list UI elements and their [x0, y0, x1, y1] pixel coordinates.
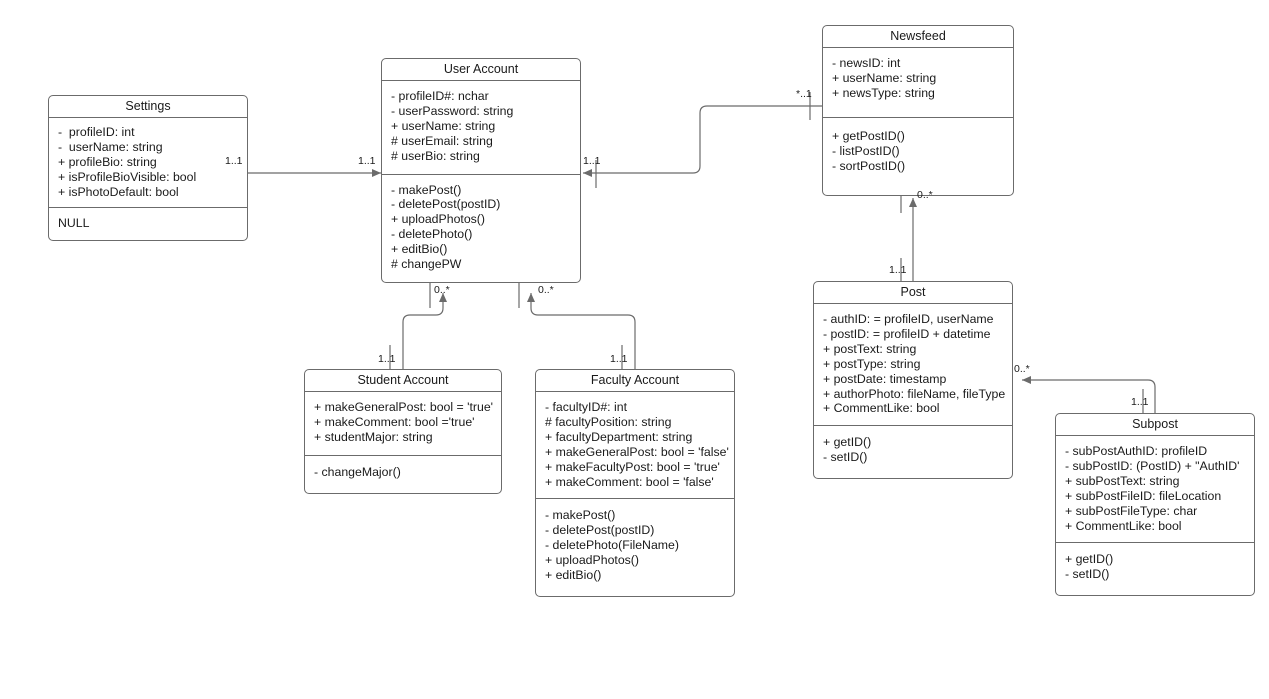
multiplicity-post-source: 1..1	[889, 264, 907, 276]
operation-row: - deletePost(postID)	[391, 197, 501, 212]
attribute-row: + isProfileBioVisible: bool	[58, 169, 197, 184]
attribute-row: + CommentLike: bool	[823, 401, 940, 416]
multiplicity-student-target: 0..*	[434, 284, 450, 296]
attribute-row: # facultyPosition: string	[545, 414, 672, 429]
attribute-row: + profileBio: string	[58, 154, 157, 169]
attribute-row: # userBio: string	[391, 148, 480, 163]
operation-row: + editBio()	[391, 242, 448, 257]
operation-row: + getID()	[823, 435, 872, 450]
operation-row: + getID()	[1065, 552, 1114, 567]
class-newsfeed[interactable]: Newsfeed - newsID: int + userName: strin…	[822, 25, 1014, 197]
attribute-row: - subPostID: (PostID) + "AuthID'	[1065, 458, 1240, 473]
operation-row: - sortPostID()	[832, 158, 906, 173]
operation-row: + uploadPhotos()	[391, 212, 485, 227]
operation-row: # changePW	[391, 257, 462, 272]
attribute-row: - profileID: int	[58, 125, 135, 139]
class-newsfeed-operations: + getPostID() - listPostID() - sortPostI…	[823, 116, 1013, 196]
operation-row: NULL	[58, 215, 90, 230]
attribute-row: + authorPhoto: fileName, fileType	[823, 386, 1006, 401]
multiplicity-settings-target: 1..1	[358, 155, 376, 167]
class-settings-title: Settings	[49, 96, 247, 118]
class-user-account[interactable]: User Account - profileID#: nchar - userP…	[381, 58, 581, 283]
operation-row: - setID()	[1065, 567, 1110, 582]
multiplicity-post-target: 0..*	[917, 189, 933, 201]
class-settings-attributes: - profileID: int - userName: string + pr…	[49, 118, 247, 207]
multiplicity-subpost-target: 0..*	[1014, 363, 1030, 375]
class-subpost-operations: + getID() - setID()	[1056, 542, 1254, 595]
class-settings-operations: NULL	[49, 206, 247, 241]
class-student-account-attributes: + makeGeneralPost: bool = 'true' + makeC…	[305, 392, 501, 455]
class-user-account-operations: - makePost() - deletePost(postID) + uplo…	[382, 173, 580, 282]
edge-newsfeed-to-user-account	[583, 92, 822, 188]
attribute-row: + makeGeneralPost: bool = 'true'	[314, 400, 494, 414]
class-post-attributes: - authID: = profileID, userName - postID…	[814, 304, 1012, 425]
operation-row: - deletePhoto()	[391, 227, 473, 242]
attribute-row: + makeFacultyPost: bool = 'true'	[545, 459, 720, 474]
attribute-row: + subPostText: string	[1065, 473, 1180, 488]
class-faculty-account-attributes: - facultyID#: int # facultyPosition: str…	[536, 392, 734, 498]
operation-row: - changeMajor()	[314, 464, 401, 479]
attribute-row: + makeComment: bool ='true'	[314, 414, 475, 429]
class-post-operations: + getID() - setID()	[814, 425, 1012, 478]
attribute-row: - subPostAuthID: profileID	[1065, 444, 1208, 458]
operation-row: - deletePhoto(FileName)	[545, 538, 679, 553]
attribute-row: + makeGeneralPost: bool = 'false'	[545, 444, 729, 459]
class-newsfeed-attributes: - newsID: int + userName: string + newsT…	[823, 48, 1013, 117]
class-faculty-account-title: Faculty Account	[536, 370, 734, 392]
multiplicity-newsfeed-target: 1..1	[583, 155, 601, 167]
attribute-row: - userName: string	[58, 139, 163, 154]
attribute-row: + facultyDepartment: string	[545, 429, 693, 444]
attribute-row: - postID: = profileID + datetime	[823, 326, 991, 341]
attribute-row: + postType: string	[823, 356, 921, 371]
class-post[interactable]: Post - authID: = profileID, userName - p…	[813, 281, 1013, 480]
multiplicity-settings-source: 1..1	[225, 155, 243, 167]
class-subpost-attributes: - subPostAuthID: profileID - subPostID: …	[1056, 436, 1254, 542]
attribute-row: + postDate: timestamp	[823, 371, 947, 386]
attribute-row: + postText: string	[823, 341, 917, 356]
attribute-row: - newsID: int	[832, 56, 901, 70]
class-student-account-operations: - changeMajor()	[305, 454, 501, 493]
operation-row: + uploadPhotos()	[545, 553, 639, 568]
class-student-account[interactable]: Student Account + makeGeneralPost: bool …	[304, 369, 502, 494]
operation-row: - deletePost(postID)	[545, 523, 655, 538]
class-faculty-account-operations: - makePost() - deletePost(postID) - dele…	[536, 498, 734, 596]
attribute-row: + userName: string	[391, 118, 496, 133]
attribute-row: + userName: string	[832, 70, 937, 85]
operation-row: - listPostID()	[832, 143, 900, 158]
class-user-account-title: User Account	[382, 59, 580, 81]
multiplicity-subpost-source: 1..1	[1131, 396, 1149, 408]
attribute-row: + subPostFileID: fileLocation	[1065, 488, 1222, 503]
multiplicity-newsfeed-source: *..1	[796, 88, 812, 100]
class-subpost-title: Subpost	[1056, 414, 1254, 436]
attribute-row: - facultyID#: int	[545, 400, 628, 414]
class-settings[interactable]: Settings - profileID: int - userName: st…	[48, 95, 248, 242]
operation-row: + editBio()	[545, 568, 602, 583]
class-user-account-attributes: - profileID#: nchar - userPassword: stri…	[382, 81, 580, 174]
attribute-row: - authID: = profileID, userName	[823, 312, 994, 326]
multiplicity-faculty-target: 0..*	[538, 284, 554, 296]
attribute-row: + studentMajor: string	[314, 429, 433, 444]
attribute-row: + makeComment: bool = 'false'	[545, 474, 714, 489]
class-post-title: Post	[814, 282, 1012, 304]
multiplicity-faculty-source: 1..1	[610, 353, 628, 365]
class-student-account-title: Student Account	[305, 370, 501, 392]
attribute-row: - userPassword: string	[391, 103, 514, 118]
attribute-row: + newsType: string	[832, 85, 935, 100]
class-faculty-account[interactable]: Faculty Account - facultyID#: int # facu…	[535, 369, 735, 597]
class-subpost[interactable]: Subpost - subPostAuthID: profileID - sub…	[1055, 413, 1255, 597]
operation-row: - makePost()	[391, 182, 462, 197]
attribute-row: + isPhotoDefault: bool	[58, 184, 179, 199]
multiplicity-student-source: 1..1	[378, 353, 396, 365]
diagram-canvas: Settings - profileID: int - userName: st…	[0, 0, 1269, 699]
operation-row: - setID()	[823, 450, 868, 465]
attribute-row: - profileID#: nchar	[391, 89, 489, 103]
operation-row: + getPostID()	[832, 128, 905, 143]
attribute-row: + CommentLike: bool	[1065, 518, 1182, 533]
operation-row: - makePost()	[545, 508, 616, 523]
attribute-row: + subPostFileType: char	[1065, 503, 1198, 518]
attribute-row: # userEmail: string	[391, 133, 493, 148]
class-newsfeed-title: Newsfeed	[823, 26, 1013, 48]
